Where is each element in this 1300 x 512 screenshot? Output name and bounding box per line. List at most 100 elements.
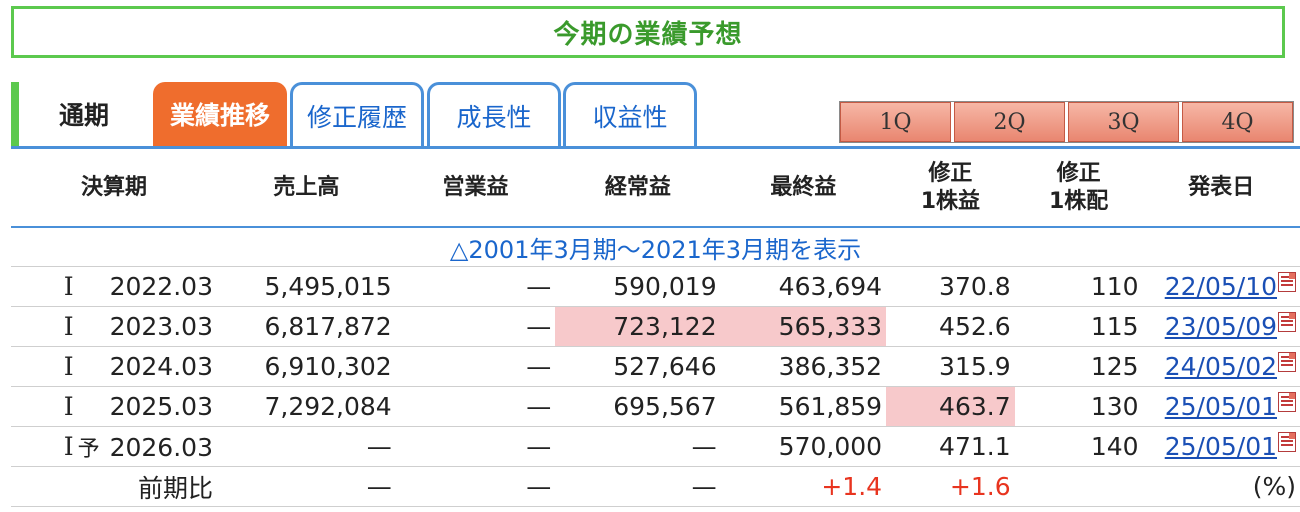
dividend-cell: 140: [1014, 426, 1143, 467]
table-row: I 2024.03 6,910,302 — 527,646 386,352 31…: [11, 346, 1300, 387]
eps-cell: 315.9: [886, 346, 1015, 387]
show-history-link[interactable]: △2001年3月期〜2021年3月期を表示: [450, 236, 861, 264]
table-row: I 2025.03 7,292,084 — 695,567 561,859 46…: [11, 386, 1300, 427]
comparison-unit: (%): [1142, 466, 1300, 507]
operating-cell: —: [395, 266, 556, 307]
announce-date-link[interactable]: 24/05/02: [1165, 352, 1277, 381]
net-cell: 565,333: [720, 306, 887, 347]
ordinary-cell: 723,122: [555, 306, 721, 347]
eps-cell: 370.8: [886, 266, 1015, 307]
dividend-cell: 130: [1014, 386, 1143, 427]
comparison-ordinary: —: [555, 466, 721, 507]
row-mark: I: [11, 306, 78, 347]
pdf-icon[interactable]: [1278, 432, 1296, 452]
period-cell: 予 2026.03: [77, 426, 217, 467]
sales-cell: —: [216, 426, 396, 467]
net-cell: 570,000: [720, 426, 887, 467]
period-cell: 2025.03: [77, 386, 217, 427]
sales-cell: 6,910,302: [216, 346, 396, 387]
ordinary-cell: 695,567: [555, 386, 721, 427]
pdf-icon[interactable]: [1278, 392, 1296, 412]
net-cell: 561,859: [720, 386, 887, 427]
tab-profitability[interactable]: 収益性: [563, 82, 697, 146]
eps-cell: 452.6: [886, 306, 1015, 347]
table-row: I 予 2026.03 — — — 570,000 471.1 140 25/05…: [11, 426, 1300, 467]
row-mark: I: [11, 386, 78, 427]
operating-cell: —: [395, 386, 556, 427]
header-dividend: 修正 1株配: [1014, 150, 1143, 228]
comparison-row: 前期比 — — — +1.4 +1.6 (%): [11, 466, 1300, 507]
comparison-eps: +1.6: [886, 466, 1015, 507]
operating-cell: —: [395, 346, 556, 387]
page-title: 今期の業績予想: [553, 19, 743, 50]
eps-cell: 463.7: [886, 386, 1015, 427]
header-ordinary-profit: 経常益: [555, 150, 721, 228]
quarter-button-2q[interactable]: 2Q: [954, 102, 1065, 142]
pdf-icon[interactable]: [1278, 352, 1296, 372]
announce-date-link[interactable]: 25/05/01: [1165, 432, 1277, 461]
tab-performance-trend[interactable]: 業績推移: [153, 82, 287, 146]
eps-cell: 471.1: [886, 426, 1015, 467]
date-cell: 25/05/01: [1142, 386, 1300, 427]
period-value: 2026.03: [109, 432, 213, 462]
ordinary-cell: 527,646: [555, 346, 721, 387]
comparison-label: 前期比: [11, 466, 217, 507]
tab-growth[interactable]: 成長性: [427, 82, 561, 146]
range-cell: △2001年3月期〜2021年3月期を表示: [11, 227, 1300, 267]
table-row: I 2022.03 5,495,015 — 590,019 463,694 37…: [11, 266, 1300, 307]
tab-revision-history[interactable]: 修正履歴: [290, 82, 424, 146]
comparison-net: +1.4: [720, 466, 887, 507]
pdf-icon[interactable]: [1278, 272, 1296, 292]
comparison-dividend: [1014, 466, 1143, 507]
sales-cell: 7,292,084: [216, 386, 396, 427]
pdf-icon[interactable]: [1278, 312, 1296, 332]
date-cell: 23/05/09: [1142, 306, 1300, 347]
date-cell: 22/05/10: [1142, 266, 1300, 307]
header-announce-date: 発表日: [1142, 150, 1300, 228]
date-cell: 24/05/02: [1142, 346, 1300, 387]
ordinary-cell: 590,019: [555, 266, 721, 307]
dividend-cell: 110: [1014, 266, 1143, 307]
dividend-cell: 125: [1014, 346, 1143, 387]
tab-annual[interactable]: 通期: [19, 82, 149, 146]
ordinary-cell: —: [555, 426, 721, 467]
dividend-cell: 115: [1014, 306, 1143, 347]
sales-cell: 6,817,872: [216, 306, 396, 347]
header-eps-line1: 修正: [928, 161, 973, 186]
operating-cell: —: [395, 306, 556, 347]
period-value: 2025.03: [109, 392, 213, 421]
performance-table: 決算期 売上高 営業益 経常益 最終益 修正 1株益 修正 1株配 発表日 △200…: [11, 150, 1300, 507]
range-row: △2001年3月期〜2021年3月期を表示: [11, 227, 1300, 267]
period-cell: 2023.03: [77, 306, 217, 347]
comparison-sales: —: [216, 466, 396, 507]
table-header-row: 決算期 売上高 営業益 経常益 最終益 修正 1株益 修正 1株配 発表日: [11, 150, 1300, 228]
row-mark: I: [11, 266, 78, 307]
date-cell: 25/05/01: [1142, 426, 1300, 467]
header-net-profit: 最終益: [720, 150, 887, 228]
header-eps-line2: 1株益: [920, 189, 980, 214]
quarter-button-3q[interactable]: 3Q: [1068, 102, 1179, 142]
period-value: 2024.03: [109, 352, 213, 381]
tab-bar-accent: [11, 82, 19, 146]
announce-date-link[interactable]: 22/05/10: [1165, 272, 1277, 301]
forecast-mark: 予: [77, 436, 100, 462]
header-dividend-line2: 1株配: [1048, 189, 1109, 214]
quarter-button-4q[interactable]: 4Q: [1182, 102, 1293, 142]
forecast-title-box: 今期の業績予想: [11, 6, 1285, 58]
operating-cell: —: [395, 426, 556, 467]
announce-date-link[interactable]: 23/05/09: [1165, 312, 1277, 341]
header-sales: 売上高: [216, 150, 396, 228]
quarter-button-group: 1Q 2Q 3Q 4Q: [839, 101, 1294, 143]
period-value: 2022.03: [109, 272, 213, 301]
row-mark: I: [11, 346, 78, 387]
announce-date-link[interactable]: 25/05/01: [1165, 392, 1277, 421]
net-cell: 386,352: [720, 346, 887, 387]
period-cell: 2022.03: [77, 266, 217, 307]
tab-underline: [11, 146, 1300, 149]
header-eps: 修正 1株益: [886, 150, 1015, 228]
header-dividend-line1: 修正: [1056, 161, 1101, 186]
sales-cell: 5,495,015: [216, 266, 396, 307]
header-operating-profit: 営業益: [395, 150, 556, 228]
quarter-button-1q[interactable]: 1Q: [840, 102, 951, 142]
table-row: I 2023.03 6,817,872 — 723,122 565,333 45…: [11, 306, 1300, 347]
